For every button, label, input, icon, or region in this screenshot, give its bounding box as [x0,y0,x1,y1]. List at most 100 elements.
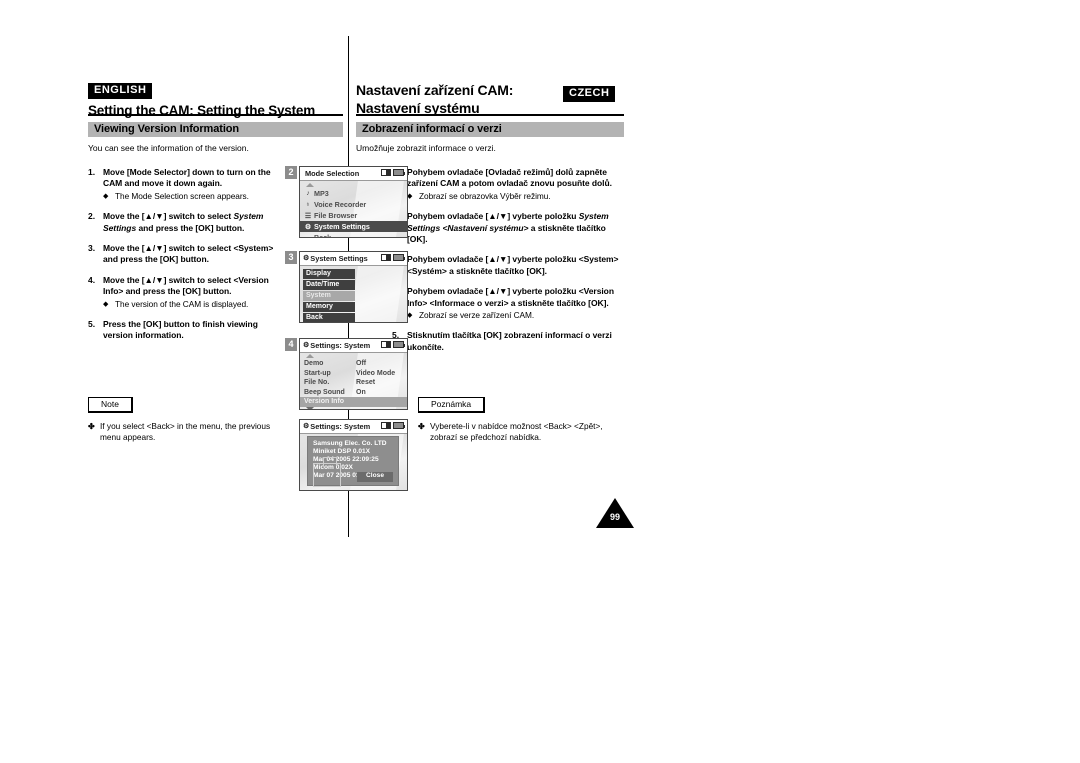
settings-button-date-time[interactable]: Date/Time [303,280,355,290]
settings-button-system[interactable]: System [303,291,355,301]
bullet-diamond-icon: ◆ [407,312,413,320]
step-badge-2: 2 [285,166,297,179]
step-badge-3: 3 [285,251,297,264]
setting-value: Video Mode [356,369,396,377]
menu-item-label: MP3 [314,189,329,198]
lcd-title-text: Settings: System [310,341,371,350]
step-badge-4: 4 [285,338,297,351]
battery-icon [393,169,405,176]
version-line: Miniket DSP 0.01X [313,448,371,455]
bullet-diamond-icon: ◆ [407,192,413,200]
header-english: ENGLISH Setting the CAM: Setting the Sys… [88,80,343,119]
memory-card-icon [381,341,391,348]
scroll-up-arrow-icon[interactable] [306,183,314,187]
version-line: Samsung Elec. Co. LTD [313,440,387,447]
step-text: Move [Mode Selector] down to turn on the… [103,167,271,189]
note-bullet-icon: ✤ [418,422,425,432]
section-title-czech: Zobrazení informací o verzi [356,122,624,137]
menu-item-voice-recorder[interactable]: ♁ Voice Recorder [300,199,407,210]
note-box-english: Note ✤ If you select <Back> in the menu,… [88,394,288,443]
setting-value: Off [356,360,367,367]
step-text-part-b: and press the [OK] button. [136,222,245,233]
menu-item-system-settings[interactable]: ⚙ System Settings [300,221,407,232]
step-item: 3. Pohybem ovladače [▲/▼] vyberte položk… [392,254,624,277]
header-rule-czech [356,114,624,116]
section-subtitle-czech: Umožňuje zobrazit informace o verzi. [356,143,496,153]
manual-page: ENGLISH Setting the CAM: Setting the Sys… [0,0,1080,763]
step-item: 1. Move [Mode Selector] down to turn on … [88,167,280,202]
step-bullet: Zobrazí se verze zařízení CAM. [419,310,535,321]
step-item: 2. Move the [▲/▼] switch to select Syste… [88,211,280,234]
step-item: 5. Stisknutím tlačítka [OK] zobrazení in… [392,330,624,353]
screenshot-system-settings: ⚙ System Settings Display Date/Time Syst… [299,251,408,323]
step-text: Pohybem ovladače [▲/▼] vyberte položku <… [407,286,614,308]
setting-row-demo[interactable]: Demo Off [300,359,407,369]
step-item: 1. Pohybem ovladače [Ovladač režimů] dol… [392,167,624,202]
step-text: Pohybem ovladače [▲/▼] vyberte položku <… [407,254,619,276]
memory-card-icon [381,169,391,176]
header-rule-english [88,114,343,116]
step-item: 3. Move the [▲/▼] switch to select <Syst… [88,243,280,266]
step-text: Press the [OK] button to finish viewing … [103,319,258,341]
step-item: 4. Move the [▲/▼] switch to select <Vers… [88,275,280,310]
menu-item-mp3[interactable]: ♪ MP3 [300,188,407,199]
setting-row-version-info[interactable]: Version Info [300,397,407,407]
step-text: Move the [▲/▼] switch to select <System>… [103,243,274,265]
file-browser-icon: ☰ [304,212,312,220]
scroll-up-arrow-icon[interactable] [306,354,314,358]
page-title-english: Setting the CAM: Setting the System [88,103,316,118]
version-info-dialog: Samsung Elec. Co. LTD Miniket DSP 0.01X … [307,436,399,487]
menu-item-file-browser[interactable]: ☰ File Browser [300,210,407,221]
language-badge-english: ENGLISH [88,83,153,99]
steps-list-czech: 1. Pohybem ovladače [Ovladač režimů] dol… [392,167,624,362]
step-bullet: Zobrazí se obrazovka Výběr režimu. [419,190,551,201]
lcd-title-text: Mode Selection [305,169,360,178]
settings-gear-icon: ⚙ [304,223,312,231]
step-number: 2. [88,211,96,222]
menu-item-label: Voice Recorder [314,200,367,209]
close-button[interactable]: Close [357,472,393,482]
settings-button-display[interactable]: Display [303,269,355,279]
menu-item-label: System Settings [314,222,370,231]
note-box-czech: Poznámka ✤ Vyberete-li v nabídce možnost… [418,394,624,443]
cam-outline-graphic [313,457,341,487]
settings-gear-icon: ⚙ [303,423,309,430]
setting-row-file-no[interactable]: File No. Reset [300,378,407,388]
language-badge-czech: CZECH [563,86,616,102]
menu-item-back[interactable]: Back [300,232,407,238]
setting-value: On [356,388,366,396]
setting-key: Beep Sound [304,388,345,396]
setting-key: Version Info [304,398,345,406]
screenshot-version-info: ⚙ Settings: System Samsung Elec. Co. LTD… [299,419,408,491]
step-text: Pohybem ovladače [Ovladač režimů] dolů z… [407,167,612,189]
bullet-diamond-icon: ◆ [103,300,109,308]
menu-item-label: File Browser [314,211,358,220]
note-label-czech: Poznámka [418,397,486,414]
step-item: 4. Pohybem ovladače [▲/▼] vyberte položk… [392,286,624,321]
screenshot-settings-system: ⚙ Settings: System Demo Off Start-up Vid… [299,338,408,410]
step-item: 5. Press the [OK] button to finish viewi… [88,319,280,342]
settings-gear-icon: ⚙ [303,255,309,262]
settings-button-memory[interactable]: Memory [303,302,355,312]
setting-key: File No. [304,379,330,387]
setting-row-start-up[interactable]: Start-up Video Mode [300,369,407,379]
step-number: 1. [88,167,96,177]
step-item: 2. Pohybem ovladače [▲/▼] vyberte položk… [392,211,624,245]
lcd-title-text: System Settings [310,254,368,263]
setting-row-beep-sound[interactable]: Beep Sound On [300,388,407,398]
section-subtitle-english: You can see the information of the versi… [88,143,249,153]
note-bullet-icon: ✤ [88,422,95,432]
step-bullet: The Mode Selection screen appears. [115,190,249,201]
screenshot-mode-selection: Mode Selection ♪ MP3 ♁ Voice Recorder ☰ [299,166,408,238]
step-number: 4. [88,274,96,285]
settings-button-back[interactable]: Back [303,313,355,322]
step-text: Move the [▲/▼] switch to select <Version… [103,274,269,297]
step-number: 3. [88,243,96,254]
lcd-title-text: Settings: System [310,422,371,431]
battery-icon [393,254,405,261]
memory-card-icon [381,254,391,261]
music-note-icon: ♪ [306,190,310,197]
scroll-down-arrow-icon[interactable] [306,406,314,409]
settings-gear-icon: ⚙ [303,342,309,349]
menu-item-label: Back [314,233,332,238]
